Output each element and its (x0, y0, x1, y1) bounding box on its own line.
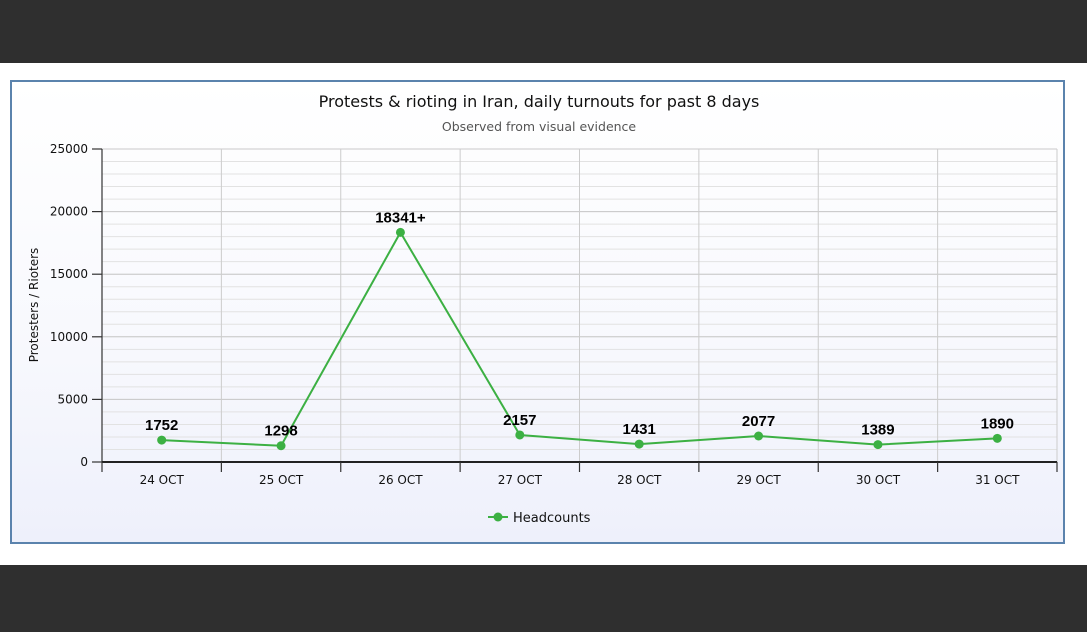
data-label: 18341+ (375, 209, 426, 226)
chart-title: Protests & rioting in Iran, daily turnou… (319, 92, 760, 111)
data-point[interactable] (515, 430, 525, 440)
y-tick-label: 25000 (50, 142, 88, 156)
x-tick-label: 30 OCT (856, 473, 901, 487)
x-tick-label: 27 OCT (498, 473, 543, 487)
data-point[interactable] (873, 440, 883, 450)
data-point[interactable] (157, 435, 167, 445)
data-label: 1431 (623, 421, 656, 438)
x-tick-label: 26 OCT (378, 473, 423, 487)
data-label: 1389 (861, 422, 894, 439)
data-label: 1890 (981, 415, 1014, 432)
data-point[interactable] (634, 439, 644, 449)
legend-marker (493, 512, 503, 522)
data-label: 2157 (503, 412, 536, 429)
x-tick-label: 25 OCT (259, 473, 304, 487)
x-tick-label: 28 OCT (617, 473, 662, 487)
axes: 0 5000 10000 15000 20000 25000 24 OCT 25 OCT 26 … (50, 142, 1058, 487)
y-axis-title: Protesters / Rioters (27, 248, 41, 363)
data-point[interactable] (276, 441, 286, 451)
data-label: 2077 (742, 413, 775, 430)
data-point[interactable] (395, 227, 405, 237)
y-tick-label: 10000 (50, 330, 88, 344)
data-point[interactable] (992, 433, 1002, 443)
data-label: 1298 (264, 423, 297, 440)
line-chart: Protests & rioting in Iran, daily turnou… (27, 92, 1058, 526)
data-label: 1752 (145, 417, 178, 434)
y-tick-label: 0 (80, 455, 88, 469)
data-point[interactable] (754, 431, 764, 441)
legend[interactable]: Headcounts (488, 511, 591, 526)
grid (101, 148, 1058, 463)
x-tick-label: 24 OCT (140, 473, 185, 487)
chart-subtitle: Observed from visual evidence (442, 119, 637, 134)
y-tick-label: 20000 (50, 205, 88, 219)
x-tick-label: 31 OCT (975, 473, 1020, 487)
y-tick-label: 15000 (50, 267, 88, 281)
legend-label[interactable]: Headcounts (513, 511, 591, 526)
y-tick-label: 5000 (57, 392, 88, 406)
x-tick-label: 29 OCT (736, 473, 781, 487)
page: Protests & rioting in Iran, daily turnou… (0, 0, 1087, 632)
